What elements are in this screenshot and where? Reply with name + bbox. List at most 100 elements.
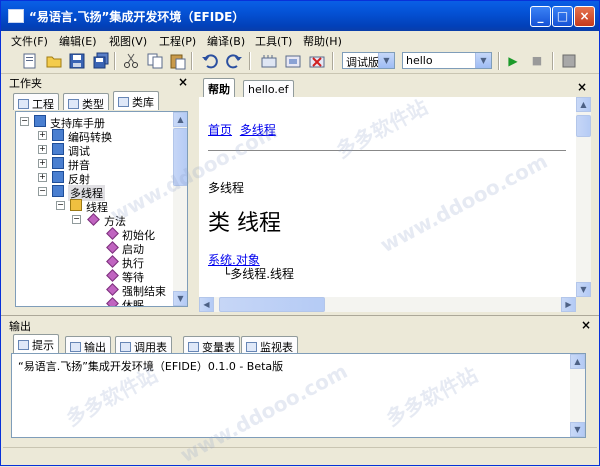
divider xyxy=(208,150,566,151)
build-icon[interactable] xyxy=(284,52,302,70)
menu-edit[interactable]: 编辑(E) xyxy=(59,33,97,49)
tab-label: 工程 xyxy=(32,98,54,111)
menu-file[interactable]: 文件(F) xyxy=(11,33,48,49)
minimize-button[interactable]: _ xyxy=(530,6,551,27)
tab-help[interactable]: 帮助 xyxy=(203,78,235,97)
menu-tools[interactable]: 工具(T) xyxy=(255,33,292,49)
tab-label: 类型 xyxy=(82,98,104,111)
copy-icon[interactable] xyxy=(146,52,164,70)
menu-project[interactable]: 工程(P) xyxy=(159,33,196,49)
tab-output[interactable]: 输出 xyxy=(65,336,111,354)
tab-watch[interactable]: 监视表 xyxy=(241,336,298,354)
undo-icon[interactable] xyxy=(201,52,219,70)
output-header: 输出 × xyxy=(9,318,595,334)
chevron-down-icon[interactable]: ▼ xyxy=(475,53,491,68)
callstack-icon xyxy=(120,342,131,352)
doc-hscrollbar[interactable]: ◀ ▶ xyxy=(199,297,576,312)
toolbar-separator xyxy=(249,52,251,70)
collapse-toggle[interactable]: − xyxy=(72,215,81,224)
page-title: 类 线程 xyxy=(208,211,281,236)
clean-icon[interactable] xyxy=(308,52,326,70)
scroll-down-icon[interactable]: ▼ xyxy=(173,291,187,306)
library-tree[interactable]: − 支持库手册 + 编码转换 + 调试 + 拼音 + 反射 − 多线程 − 线程 − 方法 初始… xyxy=(15,111,188,307)
window-title: “易语言.飞扬”集成开发环境（EFIDE） xyxy=(29,10,245,24)
watch-icon xyxy=(246,342,257,352)
maximize-button[interactable]: □ xyxy=(552,6,573,27)
menu-view[interactable]: 视图(V) xyxy=(109,33,147,49)
main-window: “易语言.飞扬”集成开发环境（EFIDE） _ □ × 文件(F) 编辑(E) … xyxy=(0,0,600,467)
redo-icon[interactable] xyxy=(225,52,243,70)
menu-build[interactable]: 编译(B) xyxy=(207,33,245,49)
method-icon xyxy=(106,283,119,296)
tab-callstack[interactable]: 调用表 xyxy=(115,336,172,354)
output-text-area[interactable]: “易语言.飞扬”集成开发环境（EFIDE）0.1.0 - Beta版 ▲ ▼ xyxy=(11,353,586,438)
close-icon[interactable]: × xyxy=(178,75,188,89)
tab-types[interactable]: 类型 xyxy=(63,93,109,111)
toolbar-separator xyxy=(552,52,554,70)
tab-project[interactable]: 工程 xyxy=(13,93,59,111)
book-icon xyxy=(52,185,64,197)
toolbar-separator xyxy=(332,52,334,70)
close-button[interactable]: × xyxy=(574,6,595,27)
toolbar: 调试版 ▼ hello ▼ ▶ ■ xyxy=(1,49,599,74)
menu-help[interactable]: 帮助(H) xyxy=(303,33,342,49)
open-folder-icon[interactable] xyxy=(45,52,63,70)
title-bar[interactable]: “易语言.飞扬”集成开发环境（EFIDE） _ □ × xyxy=(1,1,599,31)
run-icon[interactable]: ▶ xyxy=(504,52,522,70)
scroll-right-icon[interactable]: ▶ xyxy=(561,297,576,312)
workspace-header: 工作夹 × xyxy=(9,75,192,91)
collapse-toggle[interactable]: − xyxy=(20,117,29,126)
nav-home-link[interactable]: 首页 xyxy=(208,123,232,137)
method-icon xyxy=(106,255,119,268)
scroll-up-icon[interactable]: ▲ xyxy=(570,354,585,369)
help-document: 首页 多线程 多线程 类 线程 系统.对象 └多线程.线程 xyxy=(199,97,576,297)
pane-divider xyxy=(1,315,599,316)
scroll-thumb[interactable] xyxy=(173,128,187,186)
scroll-down-icon[interactable]: ▼ xyxy=(570,422,585,437)
stop-icon[interactable]: ■ xyxy=(528,52,546,70)
scroll-thumb[interactable] xyxy=(576,115,591,137)
collapse-toggle[interactable]: − xyxy=(56,201,65,210)
save-icon[interactable] xyxy=(68,52,86,70)
doc-vscrollbar[interactable]: ▲ ▼ xyxy=(576,97,591,297)
target-select[interactable]: hello ▼ xyxy=(402,52,492,69)
debug-step-icon[interactable] xyxy=(560,52,578,70)
scroll-thumb[interactable] xyxy=(219,297,325,312)
cut-icon[interactable] xyxy=(122,52,140,70)
scroll-up-icon[interactable]: ▲ xyxy=(576,97,591,112)
output-scrollbar[interactable]: ▲ ▼ xyxy=(570,354,585,437)
close-icon[interactable]: × xyxy=(577,80,587,94)
scroll-left-icon[interactable]: ◀ xyxy=(199,297,214,312)
save-all-icon[interactable] xyxy=(92,52,110,70)
types-icon xyxy=(68,99,79,109)
tab-label: 提示 xyxy=(32,339,54,352)
paste-icon[interactable] xyxy=(169,52,187,70)
nav-crumb-link[interactable]: 多线程 xyxy=(240,123,276,137)
app-icon xyxy=(8,9,24,23)
target-value: hello xyxy=(406,54,433,67)
build-mode-select[interactable]: 调试版 ▼ xyxy=(342,52,395,69)
book-icon xyxy=(52,129,64,141)
scroll-down-icon[interactable]: ▼ xyxy=(576,282,591,297)
expand-toggle[interactable]: + xyxy=(38,131,47,140)
chevron-down-icon[interactable]: ▼ xyxy=(378,53,394,68)
close-icon[interactable]: × xyxy=(581,318,591,332)
tab-hello-ef[interactable]: hello.ef xyxy=(243,80,294,97)
book-icon xyxy=(52,171,64,183)
new-file-icon[interactable] xyxy=(21,52,39,70)
tab-hints[interactable]: 提示 xyxy=(13,334,59,353)
book-icon xyxy=(34,115,46,127)
scroll-up-icon[interactable]: ▲ xyxy=(173,112,187,127)
toolbar-separator xyxy=(498,52,500,70)
expand-toggle[interactable]: + xyxy=(38,159,47,168)
expand-toggle[interactable]: + xyxy=(38,173,47,182)
tab-variables[interactable]: 变量表 xyxy=(183,336,240,354)
tab-library[interactable]: 类库 xyxy=(113,91,159,110)
compile-icon[interactable] xyxy=(260,52,278,70)
expand-toggle[interactable]: + xyxy=(38,145,47,154)
tree-node-label: 休眠 xyxy=(122,299,144,307)
collapse-toggle[interactable]: − xyxy=(38,187,47,196)
book-icon xyxy=(52,157,64,169)
tab-label: 类库 xyxy=(132,96,154,109)
tree-scrollbar[interactable]: ▲ ▼ xyxy=(173,112,187,306)
